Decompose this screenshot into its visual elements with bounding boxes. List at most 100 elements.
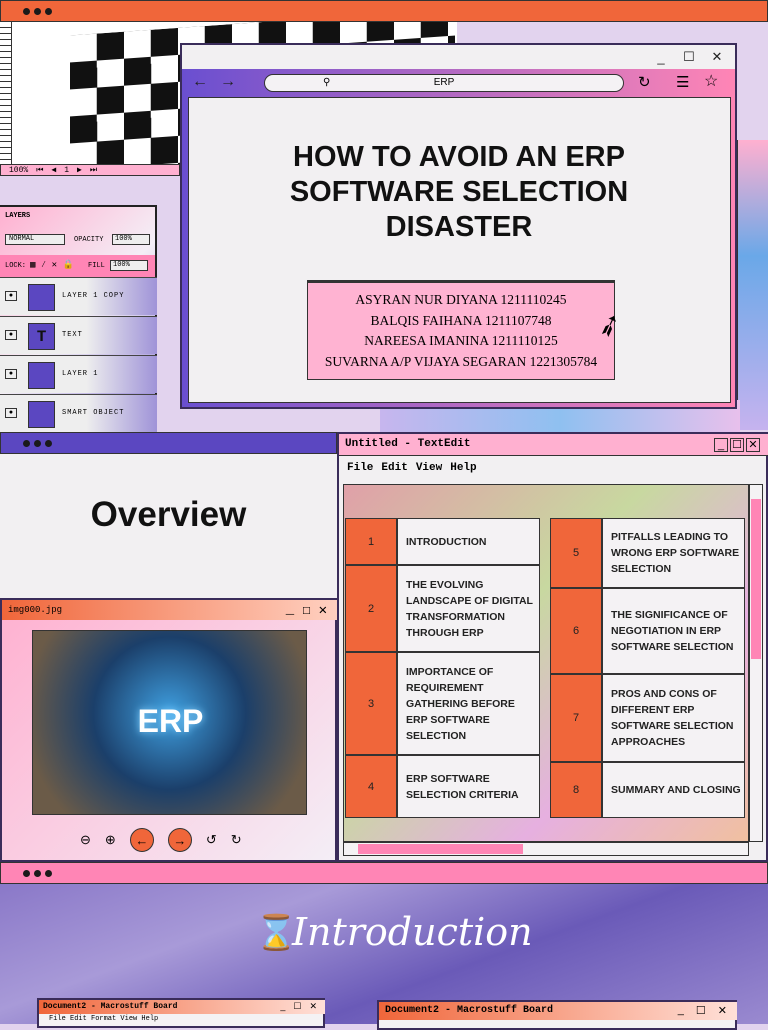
fill-select[interactable]: 100% xyxy=(110,260,148,271)
text-layer-thumbnail: T xyxy=(28,323,55,350)
background-window xyxy=(737,140,768,430)
author: SUVARNA A/P VIJAYA SEGARAN 1221305784 xyxy=(324,353,598,369)
eye-icon[interactable]: ● xyxy=(5,369,17,379)
toc-number: 3 xyxy=(345,652,397,755)
fill-label: FILL xyxy=(88,262,105,270)
close-icon[interactable]: ✕ xyxy=(319,602,327,619)
menu-help[interactable]: Help xyxy=(450,462,476,474)
author: ASYRAN NUR DIYANA 1211110245 xyxy=(355,292,567,307)
author: BALQIS FAIHANA 1211107748 xyxy=(370,312,552,328)
forward-icon[interactable]: → xyxy=(220,73,236,91)
rotate-right-icon[interactable]: ↻ xyxy=(231,832,242,848)
eye-icon[interactable]: ● xyxy=(5,291,17,301)
next-icon[interactable]: ▶ xyxy=(77,165,82,175)
macrostuff-window: Document2 - Macrostuff Board _ ☐ ✕ xyxy=(377,1000,737,1030)
window-title: Untitled - TextEdit xyxy=(339,434,768,456)
previous-button[interactable]: ← xyxy=(129,828,154,852)
layer-thumbnail xyxy=(28,362,55,389)
eye-icon[interactable]: ● xyxy=(5,330,17,340)
zoom-out-icon[interactable]: ⊖ xyxy=(80,832,91,848)
toc-item[interactable]: INTRODUCTION xyxy=(397,518,540,565)
lock-label: LOCK: xyxy=(5,262,27,270)
search-icon: ⚲ xyxy=(323,77,331,88)
close-icon[interactable]: ✕ xyxy=(718,1004,727,1017)
minimize-icon[interactable]: _ xyxy=(714,438,728,452)
rotate-left-icon[interactable]: ↺ xyxy=(206,832,217,848)
toc-item[interactable]: ERP SOFTWARE SELECTION CRITERIA xyxy=(397,755,540,818)
toc-number: 1 xyxy=(345,518,397,565)
author: NAREESA IMANINA 1211110125 xyxy=(364,333,558,348)
layer-name: SMART OBJECT xyxy=(62,409,125,417)
layer-name: TEXT xyxy=(62,331,83,339)
overview-window-bar xyxy=(0,432,337,454)
hourglass-icon: ⌛ xyxy=(255,914,298,952)
zoom-in-icon[interactable]: ⊕ xyxy=(105,832,116,848)
back-icon[interactable]: ← xyxy=(192,73,208,91)
maximize-icon[interactable]: ☐ xyxy=(302,602,310,619)
layer-thumbnail xyxy=(28,401,55,428)
toc-item[interactable]: PROS AND CONS OF DIFFERENT ERP SOFTWARE … xyxy=(602,674,745,762)
toc-item[interactable]: THE SIGNIFICANCE OF NEGOTIATION IN ERP S… xyxy=(602,588,745,674)
minimize-icon[interactable]: _ xyxy=(286,602,294,619)
menu-file[interactable]: File xyxy=(347,462,373,474)
toc-number: 7 xyxy=(550,674,602,762)
toc-number: 8 xyxy=(550,762,602,818)
address-bar[interactable]: ⚲ ERP xyxy=(264,74,624,92)
menu-edit[interactable]: Edit xyxy=(381,462,407,474)
image-viewer-window: img000.jpg _ ☐ ✕ ERP ⊖ ⊕ ← → ↺ ↻ xyxy=(0,598,337,862)
menu-bar[interactable]: File Edit Format View Help xyxy=(49,1015,158,1023)
prev-icon[interactable]: ◀ xyxy=(51,165,56,175)
close-icon[interactable]: ✕ xyxy=(309,1001,317,1012)
window-title: img000.jpg xyxy=(8,605,63,615)
minimize-icon[interactable]: _ xyxy=(678,1004,684,1017)
minimize-icon[interactable]: _ xyxy=(653,49,669,65)
layer-name: LAYER 1 xyxy=(62,370,99,378)
close-icon[interactable]: ✕ xyxy=(709,49,725,65)
toc-item[interactable]: SUMMARY AND CLOSING xyxy=(602,762,745,818)
eye-icon[interactable]: ● xyxy=(5,408,17,418)
intro-heading: Introduction xyxy=(292,910,533,954)
horizontal-scrollbar[interactable] xyxy=(343,842,749,856)
browser-content: HOW TO AVOID AN ERP SOFTWARE SELECTION D… xyxy=(188,97,731,403)
maximize-icon[interactable]: ☐ xyxy=(681,49,697,65)
layer-thumbnail xyxy=(28,284,55,311)
layer-row[interactable]: ● LAYER 1 xyxy=(0,355,157,393)
close-icon[interactable]: ✕ xyxy=(746,438,760,452)
first-page-icon[interactable]: ⏮ xyxy=(36,166,43,175)
intro-window-bar xyxy=(0,862,768,884)
star-icon[interactable]: ☆ xyxy=(704,71,718,91)
page-number[interactable]: 1 xyxy=(64,166,69,175)
zoom-level[interactable]: 100% xyxy=(9,166,28,175)
layer-row[interactable]: ● LAYER 1 COPY xyxy=(0,277,157,315)
layer-row[interactable]: ● T TEXT xyxy=(0,316,157,354)
vertical-scrollbar[interactable] xyxy=(749,484,763,842)
image-toolbar: 100% ⏮ ◀ 1 ▶ ⏭ xyxy=(0,164,180,176)
browser-titlebar: _ ☐ ✕ xyxy=(182,45,735,69)
menu-icon[interactable]: ☰ xyxy=(676,73,689,91)
lock-icons[interactable]: ▦ ⁄ ✕ 🔒 xyxy=(30,260,74,270)
layer-row[interactable]: ● SMART OBJECT xyxy=(0,394,157,432)
reload-icon[interactable]: ↻ xyxy=(638,73,651,91)
minimize-icon[interactable]: _ xyxy=(280,1001,285,1012)
toc-number: 5 xyxy=(550,518,602,588)
browser-window: _ ☐ ✕ ← → ⚲ ERP ↻ ☰ ☆ HOW TO AVOID AN ERP S… xyxy=(180,43,737,409)
toc-item[interactable]: IMPORTANCE OF REQUIREMENT GATHERING BEFO… xyxy=(397,652,540,755)
maximize-icon[interactable]: ☐ xyxy=(696,1004,706,1017)
image-viewer-titlebar: img000.jpg _ ☐ ✕ xyxy=(2,600,337,620)
page-title: HOW TO AVOID AN ERP SOFTWARE SELECTION D… xyxy=(289,141,629,243)
maximize-icon[interactable]: ☐ xyxy=(293,1001,301,1012)
opacity-select[interactable]: 100% xyxy=(112,234,150,245)
maximize-icon[interactable]: ☐ xyxy=(730,438,744,452)
next-button[interactable]: → xyxy=(167,828,192,852)
toc-number: 6 xyxy=(550,588,602,674)
menu-view[interactable]: View xyxy=(416,462,442,474)
authors-box: ASYRAN NUR DIYANA 1211110245 BALQIS FAIHA… xyxy=(307,280,615,380)
layer-name: LAYER 1 COPY xyxy=(62,292,125,300)
toc-number: 2 xyxy=(345,565,397,652)
overview-heading: Overview xyxy=(90,495,247,534)
blend-mode-select[interactable]: NORMAL xyxy=(5,234,65,245)
last-page-icon[interactable]: ⏭ xyxy=(90,166,97,175)
toc-item[interactable]: THE EVOLVING LANDSCAPE OF DIGITAL TRANSF… xyxy=(397,565,540,652)
toc-item[interactable]: PITFALLS LEADING TO WRONG ERP SOFTWARE S… xyxy=(602,518,745,588)
ruler xyxy=(0,22,12,167)
